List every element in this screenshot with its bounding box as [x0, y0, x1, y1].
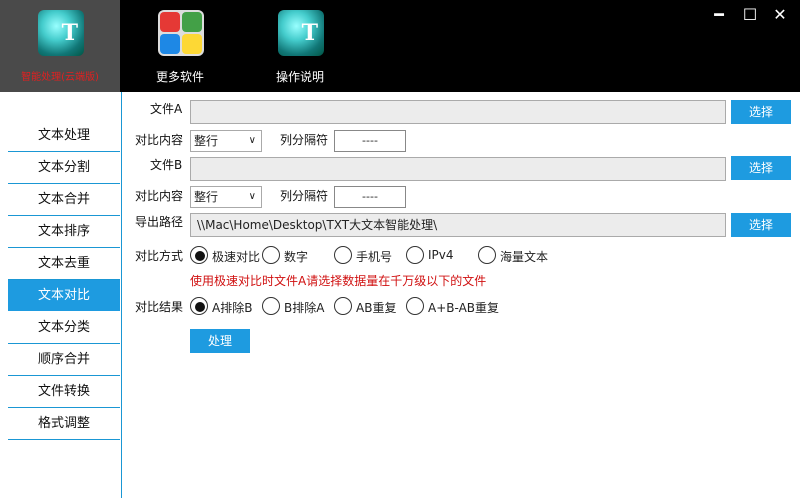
- sidebar-item-text-merge[interactable]: 文本合并: [8, 184, 120, 216]
- compare-content-a-select[interactable]: 整行 ∨: [190, 130, 262, 152]
- sidebar-item-file-convert[interactable]: 文件转换: [8, 376, 120, 408]
- sidebar-item-format-adjust[interactable]: 格式调整: [8, 408, 120, 440]
- sidebar-item-sequential-merge[interactable]: 顺序合并: [8, 344, 120, 376]
- separator-b-input[interactable]: ----: [334, 186, 406, 208]
- radio-circle: [262, 297, 280, 315]
- radio-dot: [195, 251, 205, 261]
- mode-option-label: IPv4: [428, 248, 454, 262]
- sidebar-item-text-sort[interactable]: 文本排序: [8, 216, 120, 248]
- sidebar-item-text-compare[interactable]: 文本对比: [8, 280, 120, 311]
- separator-a-input[interactable]: ----: [334, 130, 406, 152]
- compare-content-b-select[interactable]: 整行 ∨: [190, 186, 262, 208]
- sidebar-item-text-process[interactable]: 文本处理: [8, 120, 120, 152]
- teal-portrait-icon: T: [38, 10, 84, 56]
- process-button[interactable]: 处理: [190, 329, 250, 353]
- tool-more-software[interactable]: 更多软件: [120, 0, 240, 92]
- radio-circle: [406, 246, 424, 264]
- tool-label: 更多软件: [155, 70, 204, 84]
- separator-label: 列分隔符: [280, 189, 329, 203]
- compare-mode-label: 对比方式: [135, 249, 184, 263]
- sidebar-item-text-dedup[interactable]: 文本去重: [8, 248, 120, 280]
- chevron-down-icon: ∨: [248, 191, 256, 202]
- result-option-label: A+B-AB重复: [428, 301, 500, 315]
- choose-file-b-button[interactable]: 选择: [731, 156, 791, 180]
- separator-label: 列分隔符: [280, 133, 329, 147]
- warning-text: 使用极速对比时文件A请选择数据量在千万级以下的文件: [190, 274, 487, 288]
- radio-circle: [334, 297, 352, 315]
- compare-result-label: 对比结果: [135, 300, 184, 314]
- colorful-grid-icon: [158, 10, 204, 56]
- mode-option-label: 数字: [284, 250, 309, 264]
- tool-label: 操作说明: [275, 70, 324, 84]
- sidebar-item-text-classify[interactable]: 文本分类: [8, 312, 120, 344]
- chevron-down-icon: ∨: [248, 135, 256, 146]
- radio-circle: [406, 297, 424, 315]
- tool-smart-process[interactable]: T 智能处理(云端版): [0, 0, 120, 92]
- sidebar: 文本处理 文本分割 文本合并 文本排序 文本去重 文本对比 文本分类 顺序合并 …: [0, 92, 122, 498]
- compare-content-label: 对比内容: [135, 133, 184, 147]
- radio-circle: [334, 246, 352, 264]
- file-b-label: 文件B: [150, 158, 183, 172]
- radio-dot: [195, 302, 205, 312]
- result-option-label: A排除B: [212, 301, 253, 315]
- maximize-icon[interactable]: ☐: [740, 6, 760, 24]
- tool-label: 智能处理(云端版): [21, 72, 99, 83]
- close-icon[interactable]: ✕: [770, 6, 790, 24]
- minimize-icon[interactable]: ━: [709, 6, 729, 24]
- compare-content-label: 对比内容: [135, 189, 184, 203]
- file-a-input[interactable]: [190, 100, 726, 124]
- tool-instructions[interactable]: T 操作说明: [240, 0, 360, 92]
- select-value: 整行: [194, 190, 219, 204]
- export-path-input[interactable]: \\Mac\Home\Desktop\TXT大文本智能处理\: [190, 213, 726, 237]
- radio-circle: [190, 297, 208, 315]
- select-value: 整行: [194, 134, 219, 148]
- file-a-label: 文件A: [150, 102, 183, 116]
- result-option-label: AB重复: [356, 301, 397, 315]
- export-path-label: 导出路径: [135, 215, 184, 229]
- file-b-input[interactable]: [190, 157, 726, 181]
- radio-circle: [262, 246, 280, 264]
- choose-export-button[interactable]: 选择: [731, 213, 791, 237]
- result-option-label: B排除A: [284, 301, 325, 315]
- top-toolbar: T 智能处理(云端版) 更多软件 T 操作说明 ━ ☐ ✕: [0, 0, 800, 92]
- sidebar-item-text-split[interactable]: 文本分割: [8, 152, 120, 184]
- choose-file-a-button[interactable]: 选择: [731, 100, 791, 124]
- mode-option-label: 海量文本: [500, 250, 549, 264]
- radio-circle: [190, 246, 208, 264]
- mode-option-label: 手机号: [356, 250, 393, 264]
- radio-circle: [478, 246, 496, 264]
- mode-option-label: 极速对比: [212, 250, 261, 264]
- teal-portrait-icon: T: [278, 10, 324, 56]
